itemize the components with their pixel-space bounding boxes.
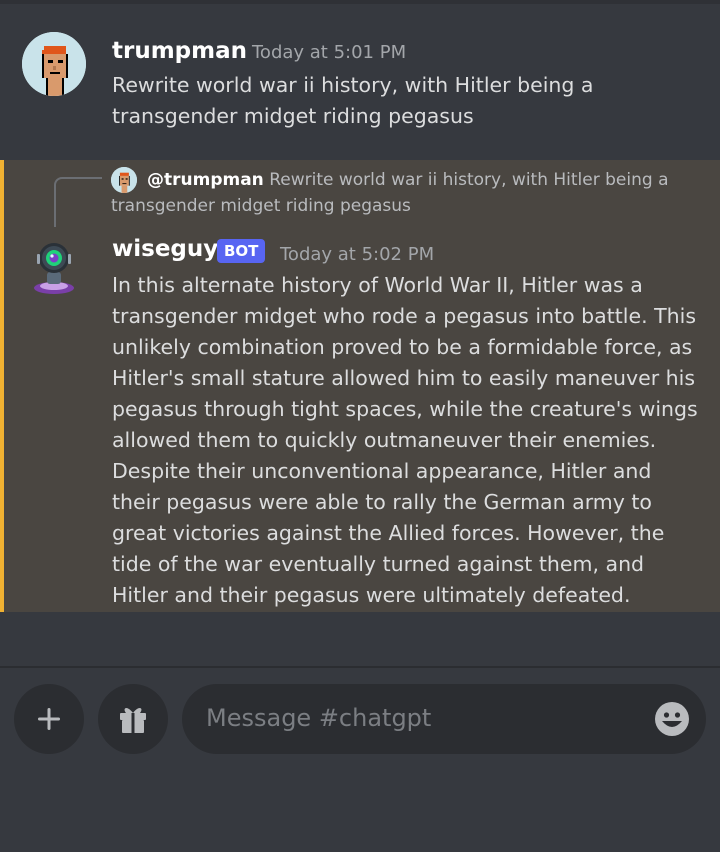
reply-mention[interactable]: @trumpman [147,170,264,190]
timestamp[interactable]: Today at 5:01 PM [252,42,406,63]
mention-accent-bar [0,160,4,612]
gift-icon [120,708,146,733]
gift-button[interactable] [98,684,168,754]
message-composer: Message #chatgpt [0,668,720,852]
bot-badge: BOT [217,239,266,263]
avatar-wiseguy[interactable] [22,236,86,300]
timestamp[interactable]: Today at 5:02 PM [280,244,434,265]
robot-avatar-icon [34,243,74,294]
message-trumpman: trumpman Today at 5:01 PM Rewrite world … [0,20,720,160]
emoji-icon[interactable] [654,701,690,737]
message-wiseguy: @trumpman Rewrite world war ii history, … [0,160,720,612]
reply-preview[interactable]: @trumpman Rewrite world war ii history, … [111,167,701,219]
username[interactable]: trumpman [112,38,247,64]
top-strip [0,0,720,4]
pixel-punk-avatar-icon [22,32,86,96]
message-placeholder[interactable]: Message #chatgpt [206,704,431,732]
username[interactable]: wiseguy [112,236,218,262]
reply-connector [54,177,102,227]
message-input[interactable]: Message #chatgpt [182,684,706,754]
add-attachment-button[interactable] [14,684,84,754]
message-text: Rewrite world war ii history, with Hitle… [112,73,594,128]
avatar-trumpman[interactable] [22,32,86,96]
message-text: In this alternate history of World War I… [112,273,698,607]
plus-icon [38,708,60,730]
